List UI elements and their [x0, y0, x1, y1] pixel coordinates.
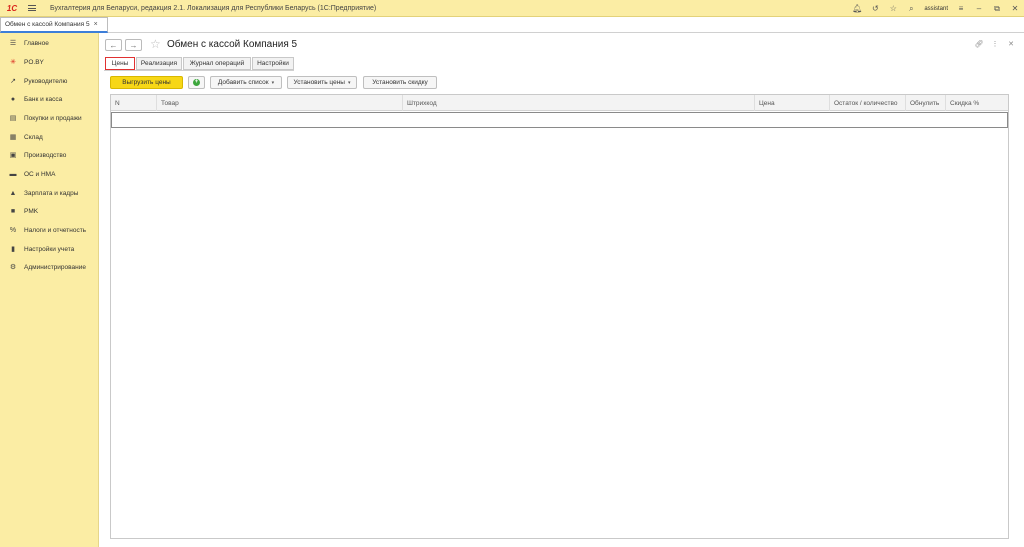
- close-form-icon[interactable]: ✕: [1005, 38, 1017, 50]
- sidebar-item-admin[interactable]: ⚙ Администрирование: [0, 259, 99, 275]
- history-icon[interactable]: ↺: [866, 0, 884, 17]
- dropdown-caret-icon: ▾: [347, 79, 351, 86]
- back-button[interactable]: ←: [105, 39, 122, 51]
- tab-settings[interactable]: Настройки: [252, 57, 294, 70]
- tab-prices[interactable]: Цены: [105, 57, 135, 70]
- sidebar-item-assets[interactable]: ▬ ОС и НМА: [0, 166, 99, 182]
- person-icon: ▲: [9, 189, 17, 197]
- plus-icon: +: [193, 79, 200, 86]
- coin-icon: ●: [10, 95, 16, 103]
- column-header-stock[interactable]: Остаток / количество: [830, 95, 906, 111]
- arrow-left-icon: ←: [109, 40, 118, 50]
- sidebar-item-purchases[interactable]: ▤ Покупки и продажи: [0, 110, 99, 126]
- tab-divider: [104, 70, 294, 71]
- upload-prices-button[interactable]: Выгрузить цены: [110, 76, 183, 89]
- column-header-discount[interactable]: Скидка %: [946, 95, 1008, 111]
- sidebar-item-pmk[interactable]: ■ PMK: [0, 203, 99, 219]
- column-header-reset[interactable]: Обнулить: [906, 95, 946, 111]
- open-window-tab-label: Обмен с кассой Компания 5: [5, 21, 90, 28]
- app-logo[interactable]: 1C: [0, 0, 24, 17]
- close-icon[interactable]: ✕: [1006, 0, 1024, 17]
- column-header-n[interactable]: N: [111, 95, 157, 111]
- menu-lines-icon: ☰: [9, 40, 17, 47]
- gear-icon: ⚙: [9, 264, 17, 271]
- cart-icon: ▤: [9, 115, 17, 122]
- add-list-button[interactable]: Добавить список ▾: [210, 76, 282, 89]
- link-icon[interactable]: 🔗︎: [973, 38, 985, 50]
- star-icon[interactable]: ☆: [884, 0, 902, 17]
- prices-table[interactable]: N Товар Штрихкод Цена Остаток / количест…: [110, 94, 1009, 539]
- sidebar-item-salary[interactable]: ▲ Зарплата и кадры: [0, 185, 99, 201]
- sidebar-item-warehouse[interactable]: ▦ Склад: [0, 129, 99, 145]
- close-tab-icon[interactable]: ×: [94, 21, 98, 28]
- title-bar: 1C Бухгалтерия для Беларуси, редакция 2.…: [0, 0, 1024, 17]
- page-title: Обмен с кассой Компания 5: [167, 39, 298, 50]
- bell-icon[interactable]: 🔔︎: [848, 0, 866, 17]
- set-discount-button[interactable]: Установить скидку: [363, 76, 437, 89]
- settings-menu-icon[interactable]: ≡: [952, 0, 970, 17]
- truck-icon: ▬: [9, 170, 17, 178]
- restore-icon[interactable]: ⧉: [988, 0, 1006, 17]
- asterisk-icon: ✳: [10, 59, 16, 66]
- favorite-star-icon[interactable]: ☆: [150, 37, 161, 51]
- dropdown-caret-icon: ▾: [271, 79, 275, 86]
- terminal-icon: ■: [10, 207, 16, 215]
- window-tab-strip: Обмен с кассой Компания 5 ×: [0, 17, 1024, 33]
- tab-operations-log[interactable]: Журнал операций: [183, 57, 251, 70]
- arrow-right-icon: →: [129, 40, 138, 50]
- warehouse-icon: ▦: [9, 134, 17, 141]
- column-header-product[interactable]: Товар: [157, 95, 403, 111]
- more-options-icon[interactable]: ⋮: [989, 38, 1001, 50]
- sidebar-item-settings[interactable]: ▮ Настройки учета: [0, 241, 99, 257]
- forward-button[interactable]: →: [125, 39, 142, 51]
- table-header: N Товар Штрихкод Цена Остаток / количест…: [111, 95, 1008, 111]
- sidebar: ☰ Главное ✳ PO.BY ↗ Руководителю ● Банк и ка…: [0, 33, 99, 547]
- user-name[interactable]: assistant: [924, 6, 948, 12]
- percent-icon: %: [9, 226, 17, 234]
- app-title: Бухгалтерия для Беларуси, редакция 2.1. …: [50, 4, 377, 12]
- add-row-button[interactable]: +: [188, 76, 205, 89]
- factory-icon: ▣: [9, 152, 17, 159]
- trend-icon: ↗: [10, 78, 16, 85]
- set-prices-button[interactable]: Установить цены ▾: [287, 76, 357, 89]
- open-window-tab[interactable]: Обмен с кассой Компания 5 ×: [0, 17, 108, 33]
- tab-sales[interactable]: Реализация: [136, 57, 182, 70]
- sidebar-item-po-by[interactable]: ✳ PO.BY: [0, 54, 99, 70]
- main-menu-icon[interactable]: [28, 5, 44, 11]
- sidebar-item-manager[interactable]: ↗ Руководителю: [0, 73, 99, 89]
- form-area: ← → ☆ Обмен с кассой Компания 5 🔗︎ ⋮ ✕ Ц…: [99, 33, 1024, 547]
- book-icon: ▮: [11, 246, 15, 253]
- sidebar-item-bank[interactable]: ● Банк и касса: [0, 91, 99, 107]
- sidebar-item-production[interactable]: ▣ Производство: [0, 147, 99, 163]
- column-header-barcode[interactable]: Штрихкод: [403, 95, 755, 111]
- search-icon[interactable]: ⌕: [902, 0, 920, 17]
- minimize-icon[interactable]: –: [970, 0, 988, 17]
- sidebar-item-main[interactable]: ☰ Главное: [0, 35, 99, 51]
- table-row[interactable]: [111, 112, 1008, 128]
- sidebar-item-taxes[interactable]: % Налоги и отчетность: [0, 222, 99, 238]
- column-header-price[interactable]: Цена: [755, 95, 830, 111]
